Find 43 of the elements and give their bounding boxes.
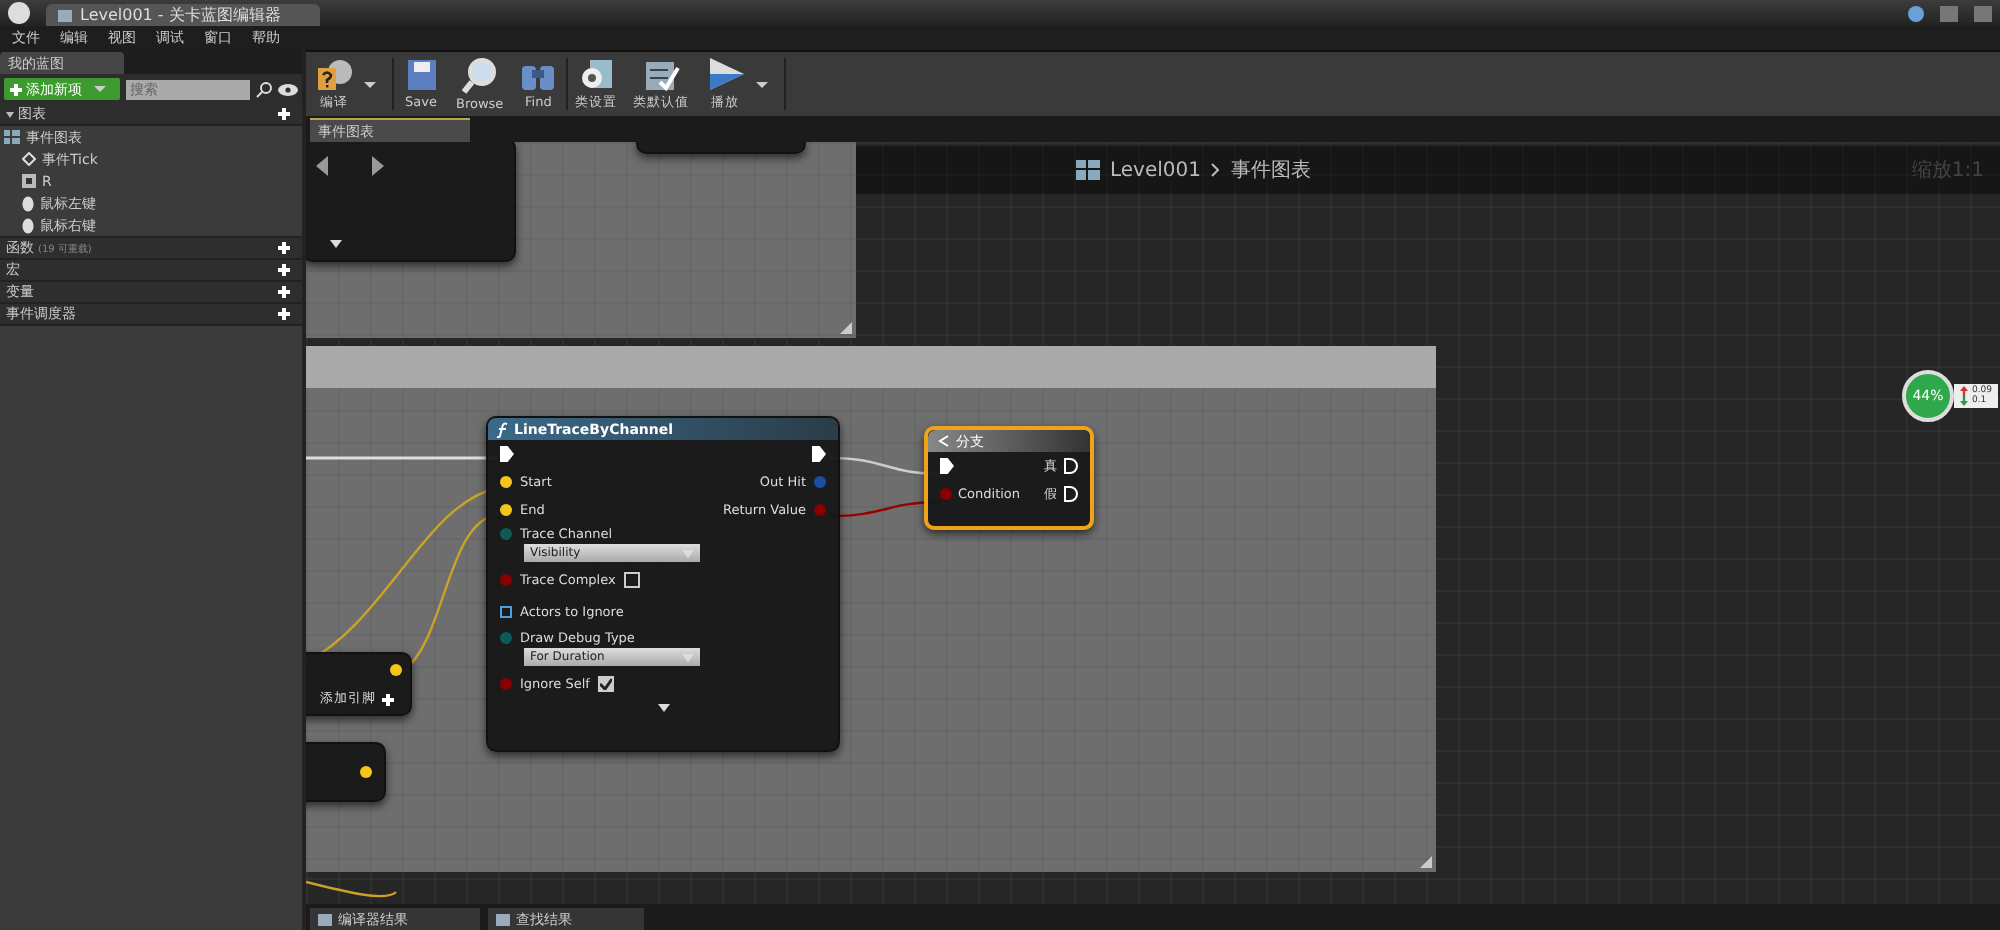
pin-icon[interactable] [500,476,512,488]
chevron-icon [1210,162,1221,178]
graph-node[interactable] [306,742,386,802]
down-arrow-icon [1960,396,1968,406]
function-icon [496,421,508,437]
resize-icon [1420,856,1432,868]
arrows-icon [316,156,384,176]
key-icon [22,174,36,188]
save-icon [405,58,437,92]
graph-node[interactable] [306,142,516,262]
expand-icon[interactable] [657,704,669,712]
exec-pin-icon[interactable] [812,446,826,462]
exec-pin-icon[interactable] [1064,486,1078,502]
pin-icon[interactable] [390,664,402,676]
gear-question-icon [314,56,354,92]
add-icon[interactable] [278,108,290,120]
search-icon [461,57,498,93]
breadcrumb-level[interactable]: Level001 [1110,159,1201,181]
checklist-icon [643,57,680,91]
resize-icon [840,322,852,334]
exec-pin-icon[interactable] [500,446,514,462]
graph-icon [4,130,20,144]
array-pin-icon[interactable] [500,606,512,618]
expand-icon [330,240,342,248]
search-icon [256,81,272,97]
pin-icon[interactable] [500,504,512,516]
exec-pin-icon[interactable] [1064,458,1078,474]
pin-icon[interactable] [360,766,372,778]
caret-icon [364,81,376,87]
globe-icon [1908,6,1924,22]
play-icon [705,56,746,92]
breadcrumb-graph: 事件图表 [1230,157,1311,184]
exec-pin-icon[interactable] [940,458,954,474]
window-tab[interactable]: Level001 - 关卡蓝图编辑器 [46,4,321,26]
graph-canvas[interactable] [306,142,2000,904]
caret-icon [755,81,768,87]
diamond-icon [22,152,36,166]
add-icon[interactable] [382,693,394,705]
graph-icon [1076,160,1100,180]
branch-icon [936,434,950,448]
eye-icon[interactable] [278,83,298,95]
checkbox[interactable] [597,675,614,691]
up-arrow-icon [1960,386,1968,396]
